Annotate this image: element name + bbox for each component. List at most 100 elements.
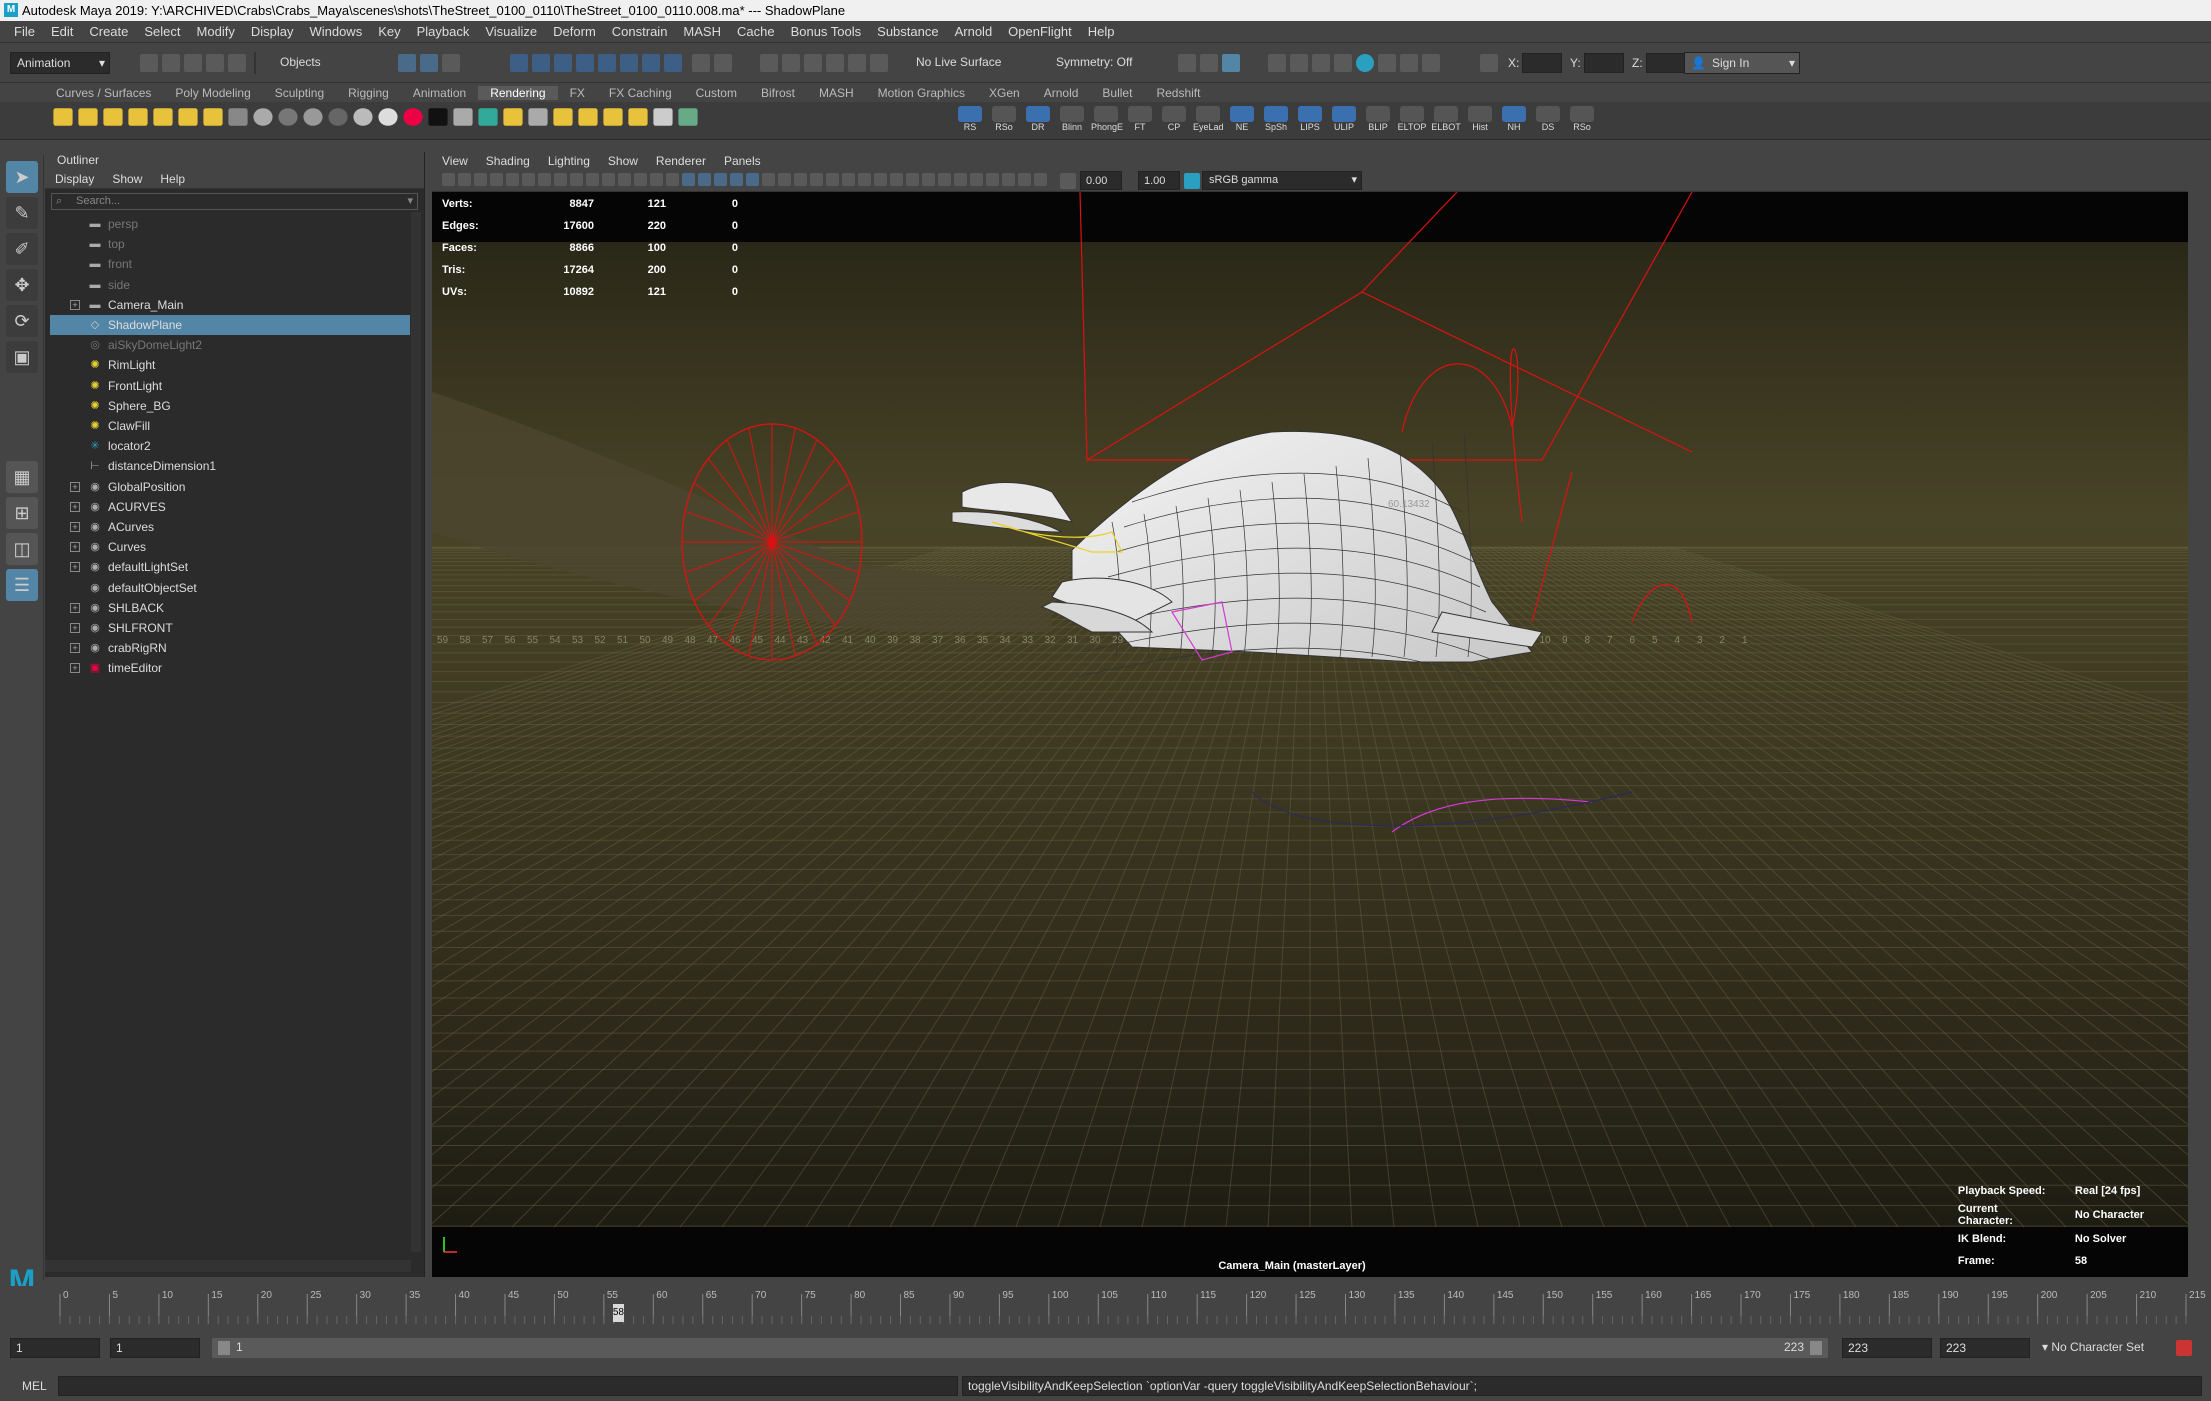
outliner-item-shadowplane[interactable]: ◇ ShadowPlane: [50, 315, 410, 335]
menu-select[interactable]: Select: [136, 24, 188, 39]
redshift-ipr-icon[interactable]: [1400, 54, 1418, 72]
outliner-item-curves[interactable]: + ◉ Curves: [50, 537, 410, 557]
viewport-toolbar-button-icon[interactable]: [746, 173, 759, 186]
viewport-menu-shading[interactable]: Shading: [486, 154, 548, 168]
shelf-tab-rigging[interactable]: Rigging: [336, 86, 401, 100]
expand-icon[interactable]: +: [70, 643, 80, 654]
ipr-render-icon[interactable]: [804, 54, 822, 72]
viewport-toolbar-button-icon[interactable]: [442, 173, 455, 186]
shelf-button-eltop[interactable]: ELTOP: [1397, 106, 1427, 136]
shelf-button-lips[interactable]: LIPS: [1295, 106, 1325, 136]
viewport-toolbar-button-icon[interactable]: [506, 173, 519, 186]
shelf-button-elbot[interactable]: ELBOT: [1431, 106, 1461, 136]
viewport-toolbar-button-icon[interactable]: [1002, 173, 1015, 186]
snap-curve-icon[interactable]: [532, 54, 550, 72]
select-hierarchy-icon[interactable]: [398, 54, 416, 72]
shelf-tab-bullet[interactable]: Bullet: [1090, 86, 1144, 100]
current-frame-marker[interactable]: 58: [612, 1304, 624, 1322]
viewport-toolbar-button-icon[interactable]: [874, 173, 887, 186]
new-scene-icon[interactable]: [140, 54, 158, 72]
viewport-toolbar-button-icon[interactable]: [522, 173, 535, 186]
lasso-tool-icon[interactable]: ✎: [6, 197, 38, 229]
menu-file[interactable]: File: [6, 24, 43, 39]
select-object-icon[interactable]: [420, 54, 438, 72]
render-current-icon[interactable]: [782, 54, 800, 72]
viewport-toolbar-button-icon[interactable]: [586, 173, 599, 186]
outliner-item-camera-main[interactable]: + ▬ Camera_Main: [50, 295, 410, 315]
shelf-button-rso[interactable]: RSo: [989, 106, 1019, 136]
outliner-item-sphere-bg[interactable]: ✺ Sphere_BG: [50, 396, 410, 416]
scale-tool-icon[interactable]: ▣: [6, 341, 38, 373]
menu-mash[interactable]: MASH: [675, 24, 729, 39]
menu-constrain[interactable]: Constrain: [604, 24, 676, 39]
shelf-button-spsh[interactable]: SpSh: [1261, 106, 1291, 136]
viewport-menu-view[interactable]: View: [442, 154, 486, 168]
viewport-toolbar-button-icon[interactable]: [714, 173, 727, 186]
expand-icon[interactable]: +: [70, 501, 80, 512]
shelf-tab-bifrost[interactable]: Bifrost: [749, 86, 807, 100]
menu-visualize[interactable]: Visualize: [477, 24, 545, 39]
viewport-toolbar-button-icon[interactable]: [730, 173, 743, 186]
viewport-toolbar-button-icon[interactable]: [634, 173, 647, 186]
outliner-item-defaultobjectset[interactable]: ◉ defaultObjectSet: [50, 578, 410, 598]
menu-create[interactable]: Create: [81, 24, 136, 39]
undo-icon[interactable]: [206, 54, 224, 72]
expand-icon[interactable]: +: [70, 562, 80, 573]
script-language-toggle[interactable]: MEL: [22, 1379, 47, 1393]
outliner-item-globalposition[interactable]: + ◉ GlobalPosition: [50, 477, 410, 497]
hypershade-icon[interactable]: [848, 54, 866, 72]
viewport-toolbar-button-icon[interactable]: [970, 173, 983, 186]
viewport-toolbar-button-icon[interactable]: [858, 173, 871, 186]
viewport-toolbar-button-icon[interactable]: [490, 173, 503, 186]
symmetry-dropdown[interactable]: Symmetry: Off: [1050, 52, 1150, 74]
outliner-item-clawfill[interactable]: ✺ ClawFill: [50, 416, 410, 436]
outliner-item-timeeditor[interactable]: + ▣ timeEditor: [50, 658, 410, 678]
viewport-3d[interactable]: 59 58 57 56 55 54 53 52 51 50 49 48 47 46 45 44 43 42 41 40…: [432, 192, 2188, 1277]
history-icon[interactable]: [760, 54, 778, 72]
shelf-tab-animation[interactable]: Animation: [401, 86, 478, 100]
input-ops-icon[interactable]: [714, 54, 732, 72]
viewport-toolbar-button-icon[interactable]: [474, 173, 487, 186]
outliner-item-front[interactable]: ▬ front: [50, 254, 410, 274]
viewport-toolbar-button-icon[interactable]: [538, 173, 551, 186]
batch-render-icon[interactable]: [1312, 54, 1330, 72]
paint-select-tool-icon[interactable]: ✐: [6, 233, 38, 265]
open-scene-icon[interactable]: [162, 54, 180, 72]
viewport-toolbar-button-icon[interactable]: [906, 173, 919, 186]
viewport-toolbar-button-icon[interactable]: [922, 173, 935, 186]
outliner-item-shlback[interactable]: + ◉ SHLBACK: [50, 598, 410, 618]
shelf-button-blinn[interactable]: Blinn: [1057, 106, 1087, 136]
viewport-toolbar-button-icon[interactable]: [810, 173, 823, 186]
viewport-toolbar-button-icon[interactable]: [842, 173, 855, 186]
viewport-toolbar-button-icon[interactable]: [458, 173, 471, 186]
four-view-layout-icon[interactable]: ⊞: [6, 497, 38, 529]
time-slider[interactable]: 0 5 10 15 20 25 30 35 40 45 50 55 60 65 70 75 80 85 90 95 10…: [0, 1286, 2211, 1324]
snap-point-icon[interactable]: [554, 54, 572, 72]
outliner-item-aiskydomelight2[interactable]: ◎ aiSkyDomeLight2: [50, 335, 410, 355]
scene-start-field[interactable]: 1: [10, 1338, 100, 1358]
show-attribute-icon[interactable]: [1200, 54, 1218, 72]
shelf-tab-sculpting[interactable]: Sculpting: [263, 86, 336, 100]
outliner-layout-icon[interactable]: ☰: [6, 569, 38, 601]
shelf-tab-motion-graphics[interactable]: Motion Graphics: [866, 86, 977, 100]
snap-view-icon[interactable]: [576, 54, 594, 72]
outliner-menu-show[interactable]: Show: [112, 172, 160, 186]
playback-end-field[interactable]: 223: [1842, 1338, 1932, 1358]
menu-display[interactable]: Display: [243, 24, 302, 39]
outliner-item-acurves[interactable]: + ◉ ACURVES: [50, 497, 410, 517]
menu-help[interactable]: Help: [1080, 24, 1123, 39]
snap-vertex-icon[interactable]: [620, 54, 638, 72]
viewport-toolbar-button-icon[interactable]: [954, 173, 967, 186]
command-input[interactable]: [58, 1376, 958, 1396]
menu-key[interactable]: Key: [370, 24, 408, 39]
shelf-button-dr[interactable]: DR: [1023, 106, 1053, 136]
menu-playback[interactable]: Playback: [409, 24, 478, 39]
gamma-field[interactable]: 1.00: [1138, 171, 1180, 190]
render-settings-icon[interactable]: [826, 54, 844, 72]
shelf-button-cp[interactable]: CP: [1159, 106, 1189, 136]
shelf-button-rso[interactable]: RSo: [1567, 106, 1597, 136]
colorspace-icon[interactable]: [1184, 173, 1200, 189]
persp-outliner-layout-icon[interactable]: ◫: [6, 533, 38, 565]
outliner-item-rimlight[interactable]: ✺ RimLight: [50, 355, 410, 375]
menu-windows[interactable]: Windows: [301, 24, 370, 39]
